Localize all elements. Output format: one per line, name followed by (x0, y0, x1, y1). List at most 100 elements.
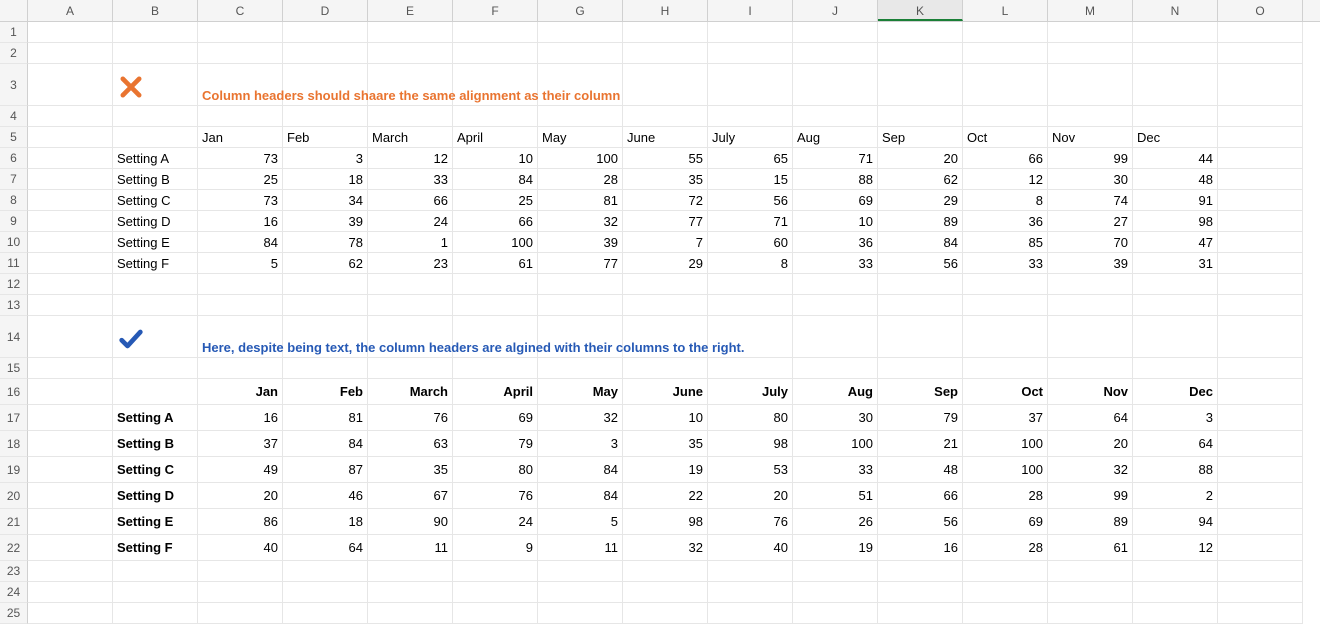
cell-D4[interactable] (283, 106, 368, 127)
cell-A22[interactable] (28, 535, 113, 561)
cell-D16[interactable]: Feb (283, 379, 368, 405)
cell-N21[interactable]: 94 (1133, 509, 1218, 535)
cell-H8[interactable]: 72 (623, 190, 708, 211)
cell-A16[interactable] (28, 379, 113, 405)
cell-K18[interactable]: 21 (878, 431, 963, 457)
cell-N5[interactable]: Dec (1133, 127, 1218, 148)
row-header-17[interactable]: 17 (0, 405, 28, 431)
cell-K24[interactable] (878, 582, 963, 603)
cell-A4[interactable] (28, 106, 113, 127)
cell-G9[interactable]: 32 (538, 211, 623, 232)
cell-G10[interactable]: 39 (538, 232, 623, 253)
cell-I10[interactable]: 60 (708, 232, 793, 253)
cell-K16[interactable]: Sep (878, 379, 963, 405)
cell-K23[interactable] (878, 561, 963, 582)
cell-E10[interactable]: 1 (368, 232, 453, 253)
cell-E24[interactable] (368, 582, 453, 603)
cell-F9[interactable]: 66 (453, 211, 538, 232)
cell-E4[interactable] (368, 106, 453, 127)
cell-L19[interactable]: 100 (963, 457, 1048, 483)
cell-N16[interactable]: Dec (1133, 379, 1218, 405)
col-header-H[interactable]: H (623, 0, 708, 21)
cell-E12[interactable] (368, 274, 453, 295)
cell-G12[interactable] (538, 274, 623, 295)
cell-B2[interactable] (113, 43, 198, 64)
cell-M21[interactable]: 89 (1048, 509, 1133, 535)
cell-E1[interactable] (368, 22, 453, 43)
col-header-D[interactable]: D (283, 0, 368, 21)
cell-E2[interactable] (368, 43, 453, 64)
cell-K13[interactable] (878, 295, 963, 316)
cell-D15[interactable] (283, 358, 368, 379)
cell-A17[interactable] (28, 405, 113, 431)
cell-J7[interactable]: 88 (793, 169, 878, 190)
cell-L6[interactable]: 66 (963, 148, 1048, 169)
cell-H15[interactable] (623, 358, 708, 379)
cell-D12[interactable] (283, 274, 368, 295)
cell-H2[interactable] (623, 43, 708, 64)
cell-L20[interactable]: 28 (963, 483, 1048, 509)
cell-J1[interactable] (793, 22, 878, 43)
cell-I23[interactable] (708, 561, 793, 582)
cell-D24[interactable] (283, 582, 368, 603)
cell-A18[interactable] (28, 431, 113, 457)
cell-E7[interactable]: 33 (368, 169, 453, 190)
cell-B22[interactable]: Setting F (113, 535, 198, 561)
cell-L24[interactable] (963, 582, 1048, 603)
cell-C17[interactable]: 16 (198, 405, 283, 431)
cell-L2[interactable] (963, 43, 1048, 64)
cell-B12[interactable] (113, 274, 198, 295)
col-header-G[interactable]: G (538, 0, 623, 21)
cell-F4[interactable] (453, 106, 538, 127)
row-header-4[interactable]: 4 (0, 106, 28, 127)
cell-D3[interactable] (283, 64, 368, 106)
cell-C22[interactable]: 40 (198, 535, 283, 561)
cell-O20[interactable] (1218, 483, 1303, 509)
cell-O23[interactable] (1218, 561, 1303, 582)
cell-O5[interactable] (1218, 127, 1303, 148)
cell-D6[interactable]: 3 (283, 148, 368, 169)
row-header-5[interactable]: 5 (0, 127, 28, 148)
cell-L23[interactable] (963, 561, 1048, 582)
cell-H4[interactable] (623, 106, 708, 127)
cell-A25[interactable] (28, 603, 113, 624)
cell-F5[interactable]: April (453, 127, 538, 148)
cell-G2[interactable] (538, 43, 623, 64)
cell-B24[interactable] (113, 582, 198, 603)
cell-M6[interactable]: 99 (1048, 148, 1133, 169)
cell-G11[interactable]: 77 (538, 253, 623, 274)
row-header-20[interactable]: 20 (0, 483, 28, 509)
cell-D11[interactable]: 62 (283, 253, 368, 274)
cell-F12[interactable] (453, 274, 538, 295)
cell-K4[interactable] (878, 106, 963, 127)
cell-C1[interactable] (198, 22, 283, 43)
cell-F3[interactable] (453, 64, 538, 106)
cell-C11[interactable]: 5 (198, 253, 283, 274)
cell-J5[interactable]: Aug (793, 127, 878, 148)
cell-G6[interactable]: 100 (538, 148, 623, 169)
col-header-M[interactable]: M (1048, 0, 1133, 21)
cell-G3[interactable] (538, 64, 623, 106)
cell-M24[interactable] (1048, 582, 1133, 603)
cell-I12[interactable] (708, 274, 793, 295)
cell-C9[interactable]: 16 (198, 211, 283, 232)
cell-D17[interactable]: 81 (283, 405, 368, 431)
cell-H12[interactable] (623, 274, 708, 295)
cell-L17[interactable]: 37 (963, 405, 1048, 431)
cell-C15[interactable] (198, 358, 283, 379)
row-header-19[interactable]: 19 (0, 457, 28, 483)
cell-I18[interactable]: 98 (708, 431, 793, 457)
cell-G4[interactable] (538, 106, 623, 127)
cell-K3[interactable] (878, 64, 963, 106)
col-header-C[interactable]: C (198, 0, 283, 21)
cell-K22[interactable]: 16 (878, 535, 963, 561)
cell-A11[interactable] (28, 253, 113, 274)
cell-H23[interactable] (623, 561, 708, 582)
cell-I21[interactable]: 76 (708, 509, 793, 535)
cell-M25[interactable] (1048, 603, 1133, 624)
col-header-L[interactable]: L (963, 0, 1048, 21)
cell-G5[interactable]: May (538, 127, 623, 148)
cell-N13[interactable] (1133, 295, 1218, 316)
cell-C7[interactable]: 25 (198, 169, 283, 190)
cell-K6[interactable]: 20 (878, 148, 963, 169)
